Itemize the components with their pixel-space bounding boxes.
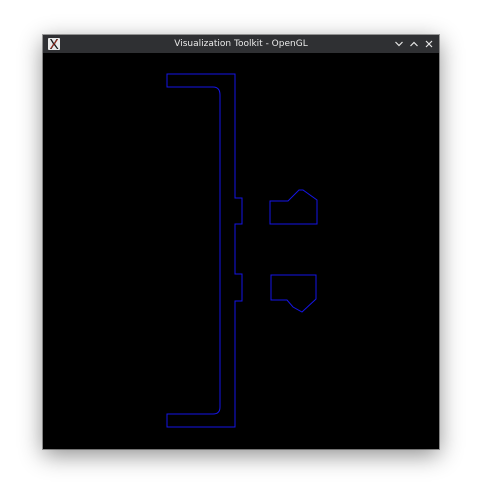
upper-block-outline: [269, 189, 318, 225]
desktop: Visualization Toolkit - OpenGL: [0, 0, 482, 500]
bracket-outline: [166, 73, 243, 428]
vtk-render-window[interactable]: Visualization Toolkit - OpenGL: [43, 35, 439, 449]
cross-section-outline: [166, 73, 318, 428]
chevron-up-icon: [410, 41, 418, 47]
minimize-button[interactable]: [393, 38, 405, 50]
close-icon: [425, 40, 433, 48]
title-bar[interactable]: Visualization Toolkit - OpenGL: [43, 35, 439, 53]
maximize-button[interactable]: [408, 38, 420, 50]
render-viewport[interactable]: [43, 53, 439, 449]
lower-block-outline: [270, 274, 317, 313]
window-title: Visualization Toolkit - OpenGL: [174, 39, 308, 49]
chevron-down-icon: [395, 41, 403, 47]
close-button[interactable]: [423, 38, 435, 50]
